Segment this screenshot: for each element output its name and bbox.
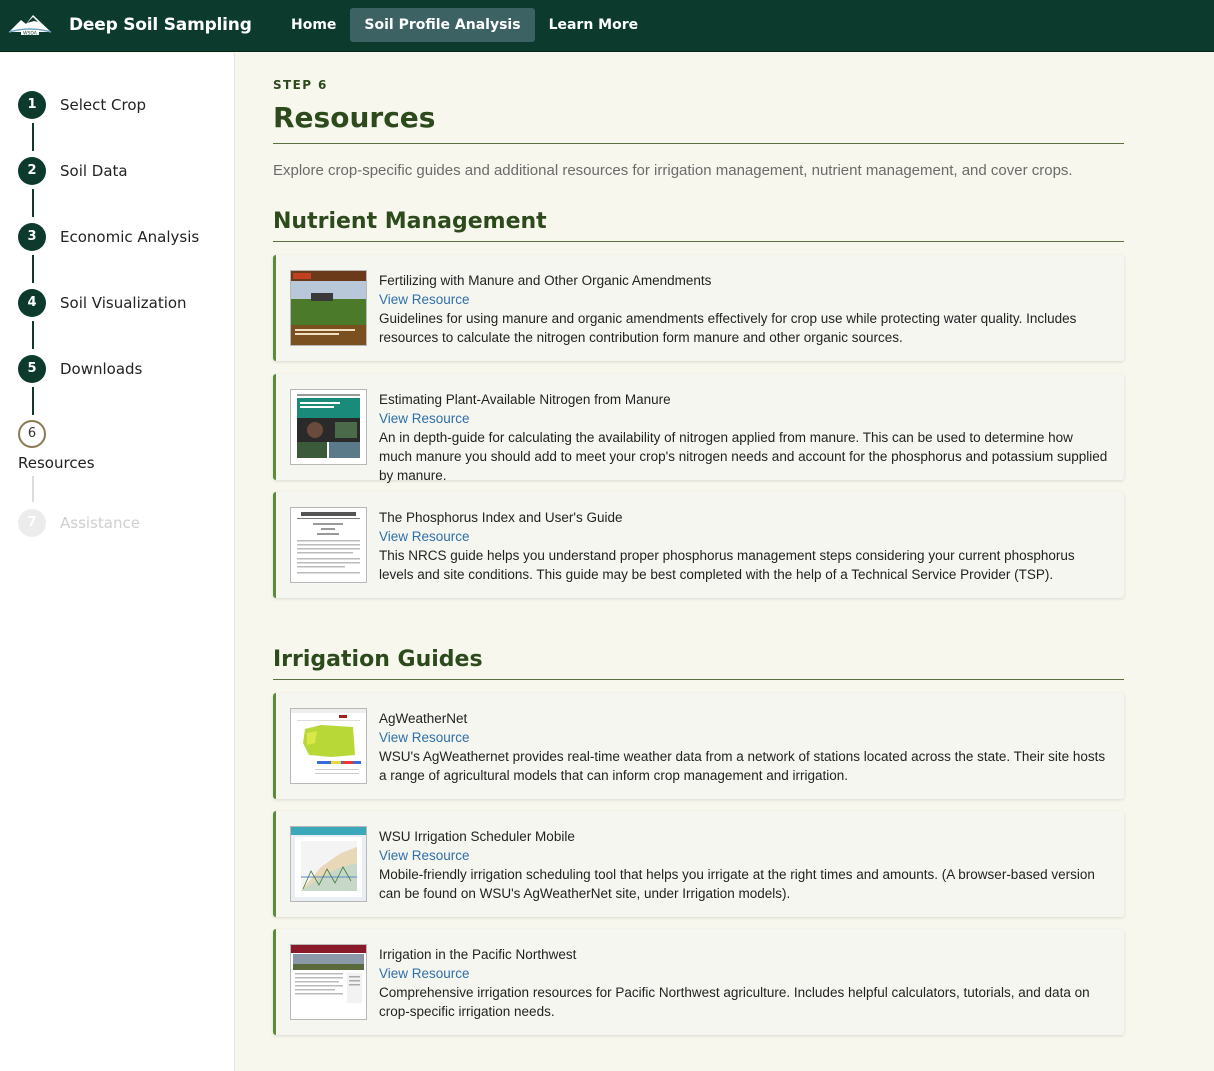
step-number-badge: 3 (18, 223, 46, 251)
step-number-badge: 7 (18, 509, 46, 537)
resource-description: This NRCS guide helps you understand pro… (379, 548, 1075, 582)
resource-card: Fertilizing with Manure and Other Organi… (273, 255, 1124, 361)
view-resource-link[interactable]: View Resource (379, 409, 1109, 428)
step-label: Soil Data (60, 162, 128, 180)
step-number-badge: 2 (18, 157, 46, 185)
main-nav: Home Soil Profile Analysis Learn More (277, 8, 652, 42)
step-label: Downloads (60, 360, 143, 378)
section-title-nutrient-management: Nutrient Management (273, 209, 547, 234)
nitrogen-guide-cover-thumbnail[interactable] (290, 389, 367, 465)
title-divider (273, 143, 1124, 144)
resource-card: WSU Irrigation Scheduler Mobile View Res… (273, 811, 1124, 917)
step-number-badge: 1 (18, 91, 46, 119)
resource-description: Mobile-friendly irrigation scheduling to… (379, 867, 1095, 901)
resource-title: The Phosphorus Index and User's Guide (379, 510, 623, 525)
step-number-badge: 5 (18, 355, 46, 383)
page-intro: Explore crop-specific guides and additio… (273, 162, 1073, 179)
resource-title: Estimating Plant-Available Nitrogen from… (379, 392, 671, 407)
step-number-badge: 4 (18, 289, 46, 317)
step-kicker: STEP 6 (273, 78, 328, 92)
top-navbar: WSDA Deep Soil Sampling Home Soil Profil… (0, 0, 1214, 52)
resource-card: Irrigation in the Pacific Northwest View… (273, 929, 1124, 1035)
irrigation-scheduler-chart-thumbnail[interactable] (290, 826, 367, 902)
brand-title[interactable]: Deep Soil Sampling (69, 15, 252, 35)
step-sidebar: 1 Select Crop 2 Soil Data 3 Economic Ana… (0, 53, 235, 1071)
resource-card: The Phosphorus Index and User's Guide Vi… (273, 492, 1124, 598)
section-divider (273, 241, 1124, 242)
svg-text:WSDA: WSDA (23, 31, 38, 37)
step-label: Economic Analysis (60, 228, 200, 246)
pnw-irrigation-site-thumbnail[interactable] (290, 944, 367, 1020)
view-resource-link[interactable]: View Resource (379, 964, 1109, 983)
resource-description: An in depth-guide for calculating the av… (379, 430, 1108, 483)
view-resource-link[interactable]: View Resource (379, 290, 1109, 309)
nav-home[interactable]: Home (277, 8, 350, 42)
view-resource-link[interactable]: View Resource (379, 846, 1109, 865)
step-connector (32, 387, 34, 415)
step-label: Resources (18, 454, 95, 472)
nav-learn-more[interactable]: Learn More (535, 8, 653, 42)
section-title-irrigation-guides: Irrigation Guides (273, 647, 483, 672)
agweathernet-map-thumbnail[interactable] (290, 708, 367, 784)
step-label: Assistance (60, 514, 140, 532)
resource-description: Guidelines for using manure and organic … (379, 311, 1077, 345)
resource-title: Fertilizing with Manure and Other Organi… (379, 273, 712, 288)
step-connector (32, 189, 34, 217)
step-label: Select Crop (60, 96, 147, 114)
wsda-logo-icon[interactable]: WSDA (7, 12, 53, 37)
resource-description: WSU's AgWeathernet provides real-time we… (379, 749, 1106, 783)
nav-soil-profile-analysis[interactable]: Soil Profile Analysis (350, 8, 535, 42)
resource-title: AgWeatherNet (379, 711, 468, 726)
resource-title: Irrigation in the Pacific Northwest (379, 947, 577, 962)
technical-notes-cover-thumbnail[interactable] (290, 507, 367, 583)
resource-card: Estimating Plant-Available Nitrogen from… (273, 374, 1124, 483)
step-connector (32, 123, 34, 151)
step-number-badge: 6 (18, 420, 46, 448)
step-label: Soil Visualization (60, 294, 187, 312)
view-resource-link[interactable]: View Resource (379, 527, 1109, 546)
step-connector (32, 321, 34, 349)
step-connector (32, 255, 34, 283)
view-resource-link[interactable]: View Resource (379, 728, 1109, 747)
resource-title: WSU Irrigation Scheduler Mobile (379, 829, 575, 844)
step-connector (32, 476, 34, 502)
manure-guide-cover-thumbnail[interactable] (290, 270, 367, 346)
resource-card: AgWeatherNet View Resource WSU's AgWeath… (273, 693, 1124, 799)
page-title: Resources (273, 101, 436, 134)
section-divider (273, 679, 1124, 680)
resource-description: Comprehensive irrigation resources for P… (379, 985, 1090, 1019)
